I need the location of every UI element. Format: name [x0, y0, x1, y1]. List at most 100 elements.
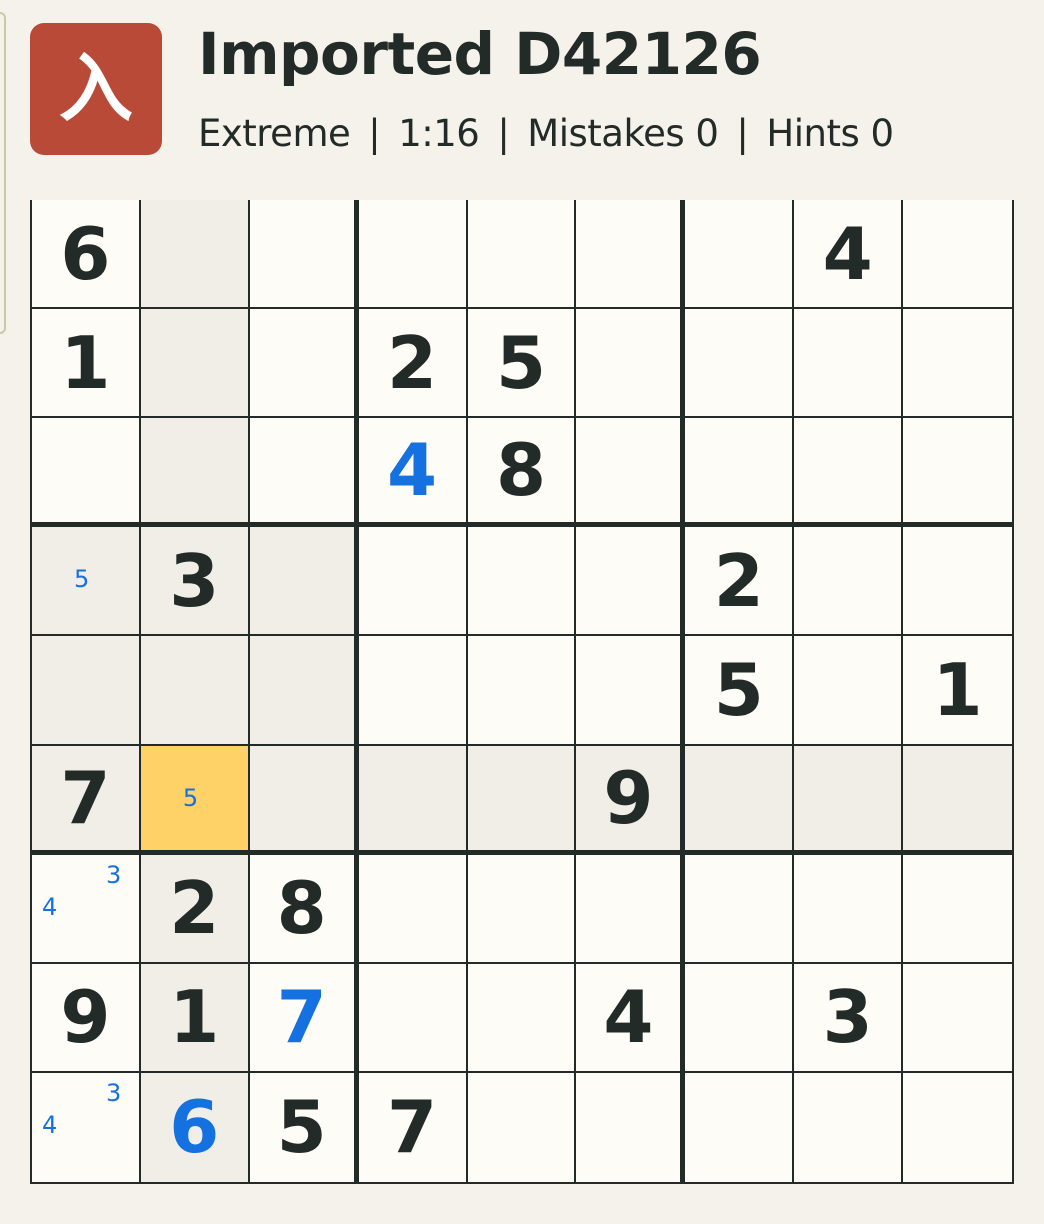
sudoku-cell[interactable]	[794, 636, 904, 746]
pencil-note: 4	[42, 1110, 58, 1139]
given-digit: 3	[169, 538, 220, 623]
sudoku-cell[interactable]	[32, 418, 141, 528]
entered-digit: 4	[387, 428, 438, 513]
sudoku-cell[interactable]	[685, 1072, 795, 1182]
sudoku-cell[interactable]	[794, 527, 904, 637]
sudoku-cell[interactable]	[685, 309, 795, 419]
given-digit: 6	[60, 211, 111, 296]
sudoku-cell[interactable]	[249, 200, 359, 310]
side-panel-tab[interactable]	[0, 12, 6, 334]
sudoku-cell[interactable]	[467, 200, 577, 310]
sudoku-cell[interactable]	[794, 1072, 904, 1182]
mistakes-label: Mistakes 0	[527, 112, 719, 155]
sudoku-cell[interactable]: 4	[576, 963, 686, 1073]
sudoku-cell[interactable]	[576, 200, 686, 310]
given-digit: 5	[713, 647, 764, 732]
sudoku-cell[interactable]	[794, 854, 904, 964]
sudoku-cell[interactable]: 34	[32, 854, 141, 964]
sudoku-cell[interactable]: 34	[32, 1072, 141, 1182]
sudoku-cell[interactable]	[576, 636, 686, 746]
sudoku-cell[interactable]	[467, 745, 577, 855]
sudoku-cell[interactable]	[467, 1072, 577, 1182]
sudoku-cell[interactable]: 5	[32, 527, 141, 637]
sudoku-cell[interactable]	[576, 1072, 686, 1182]
given-digit: 8	[276, 866, 327, 951]
given-digit: 2	[387, 320, 438, 405]
sudoku-cell[interactable]	[903, 418, 1012, 528]
sudoku-cell[interactable]	[903, 963, 1012, 1073]
sudoku-cell[interactable]	[576, 418, 686, 528]
sudoku-cell[interactable]	[32, 636, 141, 746]
sudoku-cell[interactable]	[140, 418, 250, 528]
sudoku-cell[interactable]: 9	[576, 745, 686, 855]
given-digit: 2	[169, 866, 220, 951]
entered-digit: 7	[276, 975, 327, 1060]
timer-label: 1:16	[398, 112, 480, 155]
sudoku-cell[interactable]: 5	[467, 309, 577, 419]
sudoku-cell[interactable]	[358, 745, 468, 855]
sudoku-cell[interactable]: 2	[685, 527, 795, 637]
sudoku-cell[interactable]	[358, 963, 468, 1073]
sudoku-cell[interactable]: 4	[358, 418, 468, 528]
sudoku-cell[interactable]: 1	[140, 963, 250, 1073]
sudoku-cell[interactable]	[685, 963, 795, 1073]
sudoku-cell[interactable]	[903, 309, 1012, 419]
sudoku-cell[interactable]	[467, 527, 577, 637]
pencil-note: 5	[182, 783, 199, 812]
sudoku-cell[interactable]	[794, 309, 904, 419]
sudoku-cell[interactable]: 8	[249, 854, 359, 964]
sudoku-cell[interactable]: 5	[249, 1072, 359, 1182]
sudoku-cell[interactable]	[249, 636, 359, 746]
sudoku-cell[interactable]	[903, 200, 1012, 310]
app-logo-glyph: 入	[59, 46, 133, 132]
sudoku-cell[interactable]: 2	[358, 309, 468, 419]
sudoku-cell[interactable]: 8	[467, 418, 577, 528]
sudoku-cell[interactable]	[576, 527, 686, 637]
given-digit: 4	[822, 211, 873, 296]
sudoku-cell[interactable]	[903, 854, 1012, 964]
sudoku-cell[interactable]	[576, 854, 686, 964]
sudoku-cell[interactable]	[467, 636, 577, 746]
difficulty-label: Extreme	[198, 112, 351, 155]
sudoku-cell[interactable]	[358, 527, 468, 637]
pencil-note: 3	[106, 860, 122, 889]
sudoku-cell[interactable]	[358, 854, 468, 964]
sudoku-cell[interactable]: 7	[358, 1072, 468, 1182]
sudoku-cell[interactable]: 9	[32, 963, 141, 1073]
sudoku-cell[interactable]	[249, 309, 359, 419]
sudoku-cell[interactable]	[249, 418, 359, 528]
sudoku-cell[interactable]: 2	[140, 854, 250, 964]
sudoku-cell[interactable]: 5	[685, 636, 795, 746]
sudoku-cell[interactable]	[685, 418, 795, 528]
sudoku-cell[interactable]	[140, 309, 250, 419]
sudoku-cell[interactable]: 4	[794, 200, 904, 310]
sudoku-cell[interactable]	[358, 636, 468, 746]
sudoku-cell[interactable]	[903, 745, 1012, 855]
sudoku-cell[interactable]: 1	[32, 309, 141, 419]
sudoku-cell[interactable]: 3	[794, 963, 904, 1073]
sudoku-cell[interactable]	[685, 200, 795, 310]
sudoku-cell[interactable]	[140, 636, 250, 746]
sudoku-cell[interactable]	[685, 854, 795, 964]
sudoku-cell[interactable]	[576, 309, 686, 419]
sudoku-cell[interactable]	[467, 854, 577, 964]
sudoku-cell[interactable]	[903, 527, 1012, 637]
sudoku-cell[interactable]	[249, 745, 359, 855]
sudoku-cell[interactable]: 6	[140, 1072, 250, 1182]
sudoku-cell[interactable]: 7	[249, 963, 359, 1073]
sudoku-cell[interactable]	[794, 745, 904, 855]
sudoku-cell[interactable]	[467, 963, 577, 1073]
sudoku-cell[interactable]	[249, 527, 359, 637]
sudoku-cell[interactable]: 3	[140, 527, 250, 637]
sudoku-cell[interactable]: 7	[32, 745, 141, 855]
sudoku-cell[interactable]: 1	[903, 636, 1012, 746]
sudoku-cell[interactable]: 5	[140, 745, 250, 855]
sudoku-cell[interactable]: 6	[32, 200, 141, 310]
sudoku-cell[interactable]	[140, 200, 250, 310]
sudoku-cell[interactable]	[358, 200, 468, 310]
given-digit: 1	[169, 975, 220, 1060]
sudoku-cell[interactable]	[794, 418, 904, 528]
sudoku-cell[interactable]	[685, 745, 795, 855]
sudoku-cell[interactable]	[903, 1072, 1012, 1182]
given-digit: 7	[387, 1085, 438, 1170]
